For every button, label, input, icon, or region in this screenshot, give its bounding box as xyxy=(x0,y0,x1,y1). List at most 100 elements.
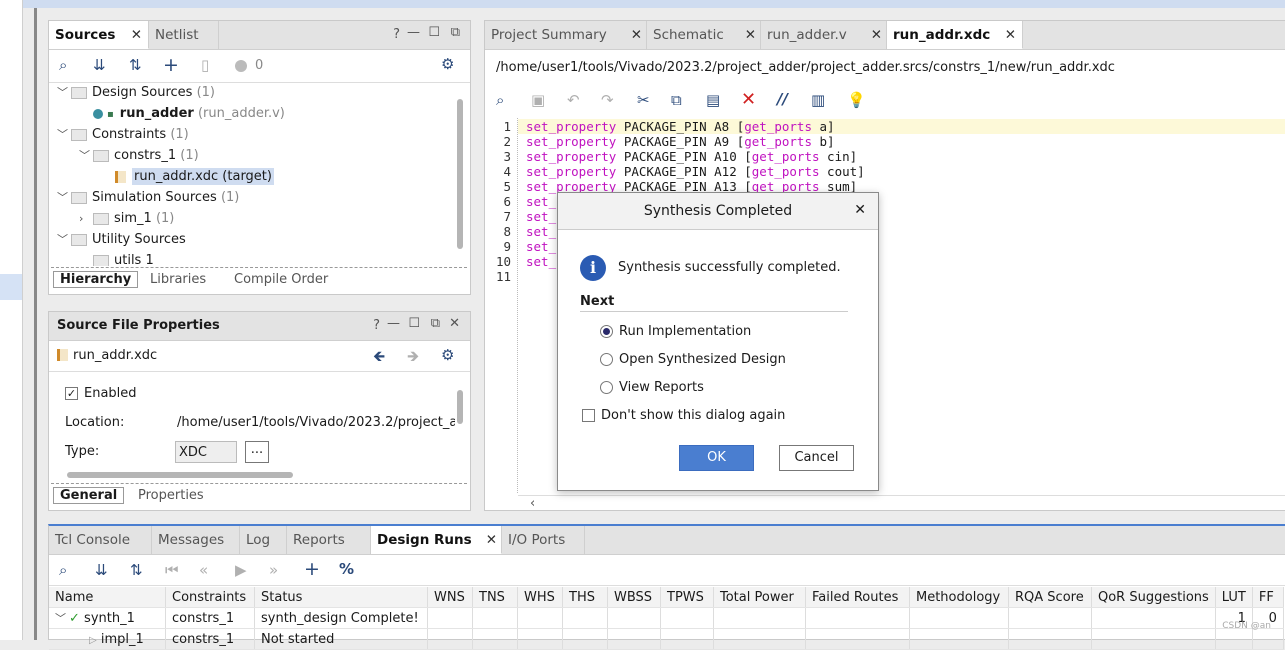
close-icon[interactable]: ✕ xyxy=(449,316,460,331)
delete-icon[interactable]: ✕ xyxy=(741,89,756,110)
tab-general[interactable]: General xyxy=(53,487,125,504)
column-header[interactable]: Total Power xyxy=(713,587,806,608)
tab-project-summary[interactable]: Project Summary ✕ xyxy=(485,21,647,49)
column-header[interactable]: WNS xyxy=(427,587,473,608)
radio-open-synthesized-design[interactable] xyxy=(600,353,613,366)
document-icon[interactable]: ▯ xyxy=(201,56,209,74)
tree-item-simulation-sources[interactable]: ﹀ Simulation Sources (1) xyxy=(57,187,239,208)
close-icon[interactable]: ✕ xyxy=(631,21,642,49)
cancel-button[interactable]: Cancel xyxy=(779,445,854,471)
paste-icon[interactable]: ▤ xyxy=(706,91,720,109)
close-icon[interactable]: ✕ xyxy=(131,21,142,49)
cut-icon[interactable]: ✂ xyxy=(637,91,650,109)
maximize-icon[interactable]: ☐ xyxy=(408,316,420,331)
option-view-reports[interactable]: View Reports xyxy=(600,380,704,395)
scroll-thumb[interactable] xyxy=(457,390,463,424)
radio-view-reports[interactable] xyxy=(600,381,613,394)
column-header[interactable]: WBSS xyxy=(607,587,661,608)
collapse-all-icon[interactable]: ⇊ xyxy=(95,561,108,579)
tab-messages[interactable]: Messages xyxy=(152,526,240,554)
arrow-right-icon[interactable]: 🡺 xyxy=(407,346,419,371)
chevron-down-icon[interactable]: ﹀ xyxy=(55,610,69,626)
column-header[interactable]: LUT xyxy=(1215,587,1253,608)
tree-item-design-sources[interactable]: ﹀ Design Sources (1) xyxy=(57,82,215,103)
close-icon[interactable]: ✕ xyxy=(871,21,882,49)
close-icon[interactable]: ✕ xyxy=(1005,21,1016,49)
type-field[interactable]: XDC xyxy=(175,441,237,463)
tree-item-sim-1[interactable]: › sim_1 (1) xyxy=(79,208,174,229)
fast-forward-icon[interactable]: » xyxy=(269,561,278,579)
dont-show-checkbox[interactable] xyxy=(582,409,595,422)
chevron-down-icon[interactable]: ﹀ xyxy=(57,124,71,145)
table-row[interactable]: ▷ impl_1 constrs_1 Not started xyxy=(49,628,1284,650)
tab-tcl-console[interactable]: Tcl Console xyxy=(49,526,152,554)
close-icon[interactable]: ✕ xyxy=(486,526,497,554)
tab-design-runs[interactable]: Design Runs ✕ xyxy=(371,526,502,554)
props-hscroll[interactable] xyxy=(55,470,455,480)
tab-log[interactable]: Log xyxy=(240,526,287,554)
column-header[interactable]: Methodology xyxy=(909,587,1009,608)
chevron-left-icon[interactable]: ‹ xyxy=(530,496,535,511)
tab-io-ports[interactable]: I/O Ports xyxy=(502,526,585,554)
radio-run-implementation[interactable] xyxy=(600,325,613,338)
close-icon[interactable]: ✕ xyxy=(745,21,756,49)
column-header[interactable]: RQA Score xyxy=(1008,587,1092,608)
column-header[interactable]: Constraints xyxy=(165,587,255,608)
arrow-left-icon[interactable]: 🡸 xyxy=(373,346,385,371)
search-icon[interactable]: ⌕ xyxy=(59,56,67,74)
type-browse-button[interactable]: ... xyxy=(245,441,269,463)
first-icon[interactable]: ⏮ xyxy=(165,561,179,579)
search-icon[interactable]: ⌕ xyxy=(496,91,504,109)
scroll-thumb[interactable] xyxy=(457,99,463,249)
column-header[interactable]: TPWS xyxy=(660,587,714,608)
play-icon[interactable]: ▶ xyxy=(235,561,247,579)
tab-run-adder-v[interactable]: run_adder.v ✕ xyxy=(761,21,887,49)
column-header[interactable]: Status xyxy=(254,587,428,608)
copy-icon[interactable]: ⧉ xyxy=(671,91,682,109)
props-vscroll[interactable] xyxy=(455,374,465,468)
redo-icon[interactable]: ↷ xyxy=(601,91,614,109)
tree-item-constrs-1[interactable]: ﹀ constrs_1 (1) xyxy=(79,145,199,166)
collapse-all-icon[interactable]: ⇊ xyxy=(93,56,106,74)
tab-properties[interactable]: Properties xyxy=(138,488,204,503)
column-header[interactable]: FF xyxy=(1252,587,1284,608)
maximize-icon[interactable]: ☐ xyxy=(428,25,440,40)
tree-item-run-adder[interactable]: ▪ run_adder (run_adder.v) xyxy=(93,103,285,124)
chevron-down-icon[interactable]: ﹀ xyxy=(57,187,71,208)
chevron-down-icon[interactable]: ﹀ xyxy=(79,145,93,166)
help-icon[interactable]: ? xyxy=(373,318,380,333)
gear-icon[interactable]: ⚙ xyxy=(441,346,454,364)
column-header[interactable]: QoR Suggestions xyxy=(1091,587,1216,608)
comment-icon[interactable]: // xyxy=(777,90,788,108)
help-icon[interactable]: ? xyxy=(393,27,400,42)
float-icon[interactable]: ⧉ xyxy=(451,25,460,40)
columns-icon[interactable]: ▥ xyxy=(811,91,825,109)
scroll-thumb[interactable] xyxy=(67,472,293,478)
enabled-row[interactable]: ✓ Enabled xyxy=(65,386,137,401)
chevron-down-icon[interactable]: ﹀ xyxy=(57,229,71,250)
column-header[interactable]: Name xyxy=(49,587,166,608)
tree-item-constraints[interactable]: ﹀ Constraints (1) xyxy=(57,124,189,145)
column-header[interactable]: THS xyxy=(562,587,608,608)
tab-sources[interactable]: Sources ✕ xyxy=(49,21,149,49)
tree-item-run-addr-xdc[interactable]: run_addr.xdc (target) xyxy=(115,166,274,187)
tab-run-addr-xdc[interactable]: run_addr.xdc ✕ xyxy=(887,21,1023,49)
tab-hierarchy[interactable]: Hierarchy xyxy=(53,271,139,288)
column-header[interactable]: Failed Routes xyxy=(805,587,910,608)
close-icon[interactable]: ✕ xyxy=(854,202,866,218)
tree-item-utils-1[interactable]: utils 1 xyxy=(93,250,154,266)
minimize-icon[interactable]: — xyxy=(407,25,420,40)
undo-icon[interactable]: ↶ xyxy=(567,91,580,109)
column-header[interactable]: WHS xyxy=(517,587,563,608)
float-icon[interactable]: ⧉ xyxy=(431,316,440,331)
chevron-down-icon[interactable]: ﹀ xyxy=(57,82,71,103)
add-icon[interactable]: + xyxy=(304,558,320,580)
expand-all-icon[interactable]: ⇅ xyxy=(130,561,143,579)
tree-scrollbar[interactable] xyxy=(455,83,465,267)
search-icon[interactable]: ⌕ xyxy=(59,561,67,579)
rewind-icon[interactable]: « xyxy=(199,561,208,579)
tab-netlist[interactable]: Netlist xyxy=(149,21,219,49)
tab-schematic[interactable]: Schematic ✕ xyxy=(647,21,761,49)
expand-all-icon[interactable]: ⇅ xyxy=(129,56,142,74)
editor-hscroll[interactable]: ‹ xyxy=(518,495,1285,511)
